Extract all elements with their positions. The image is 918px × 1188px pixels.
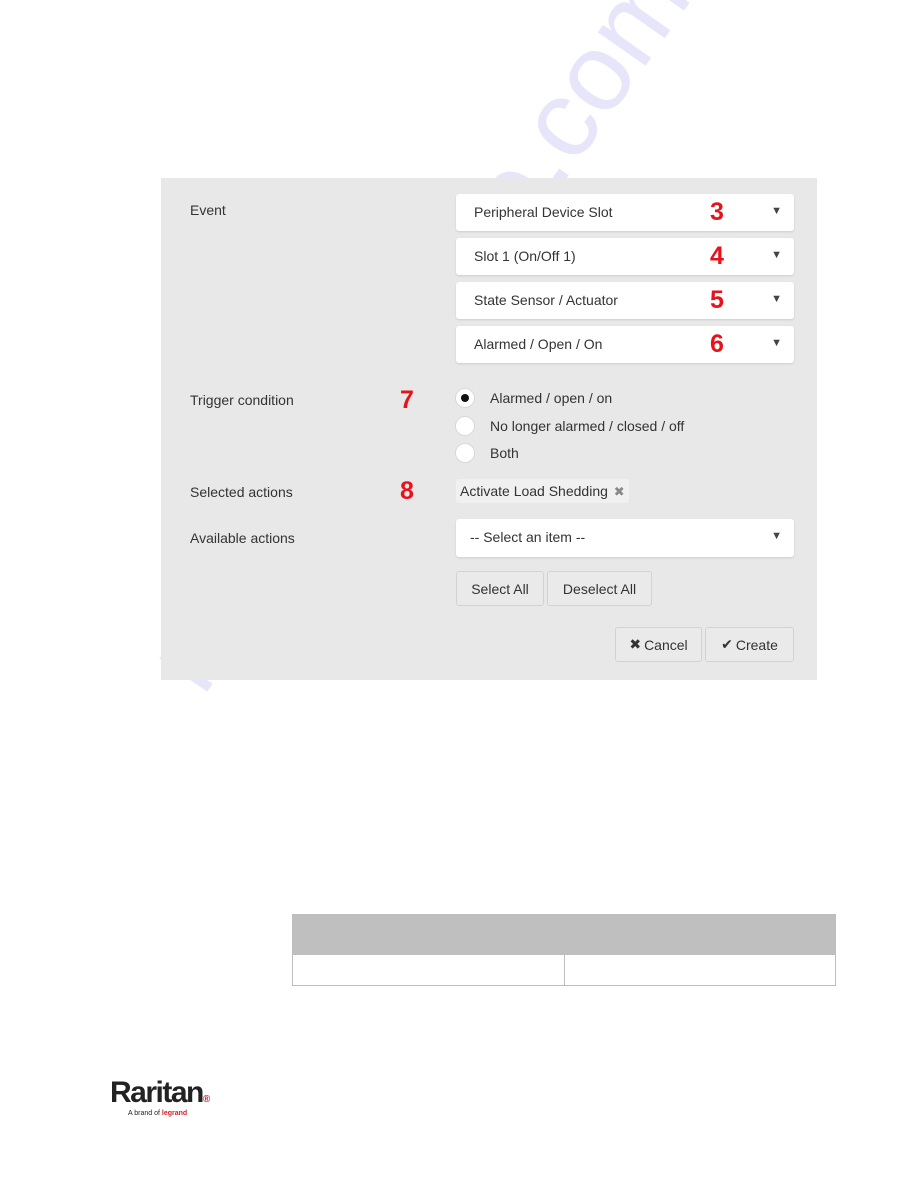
check-icon: ✔ (721, 636, 733, 652)
radio-alarmed-label: Alarmed / open / on (490, 390, 613, 406)
callout-7: 7 (400, 386, 414, 414)
remove-icon[interactable]: ✖ (614, 484, 625, 499)
event-select-3-value: State Sensor / Actuator (474, 292, 618, 308)
brand-text: Raritan (110, 1076, 204, 1109)
registered-mark: ® (202, 1094, 210, 1105)
callout-8: 8 (400, 477, 414, 505)
selected-action-chip: Activate Load Shedding ✖ (456, 479, 629, 503)
event-select-4[interactable]: Alarmed / Open / On ▼ (456, 326, 794, 363)
event-rule-panel: Event Peripheral Device Slot ▼ 3 Slot 1 … (161, 178, 817, 680)
radio-button[interactable] (455, 416, 475, 436)
radio-no-longer-alarmed-label: No longer alarmed / closed / off (490, 418, 685, 434)
available-actions-value: -- Select an item -- (470, 529, 586, 545)
caret-down-icon: ▼ (771, 337, 782, 349)
trigger-condition-label: Trigger condition (190, 392, 294, 408)
raritan-logo: Raritan® A brand of legrand (110, 1076, 210, 1118)
deselect-all-button[interactable]: Deselect All (547, 571, 652, 606)
callout-5: 5 (710, 286, 724, 314)
legrand-logo: legrand (161, 1110, 188, 1117)
tagline-prefix: A brand of (128, 1110, 160, 1117)
select-all-label: Select All (471, 580, 529, 597)
table-cell (563, 954, 836, 986)
callout-4: 4 (710, 242, 724, 270)
table-row (292, 954, 836, 986)
event-select-1[interactable]: Peripheral Device Slot ▼ (456, 194, 794, 231)
radio-both-label: Both (490, 445, 519, 461)
brand-name: Raritan® (110, 1076, 210, 1109)
caret-down-icon: ▼ (771, 249, 782, 261)
callout-3: 3 (710, 198, 724, 226)
event-select-2-value: Slot 1 (On/Off 1) (474, 248, 576, 264)
close-icon: ✖ (629, 636, 642, 652)
callout-6: 6 (710, 330, 724, 358)
empty-table (292, 914, 836, 986)
caret-down-icon: ▼ (771, 205, 782, 217)
cancel-label: Cancel (644, 636, 688, 653)
event-select-4-value: Alarmed / Open / On (474, 336, 603, 352)
radio-button[interactable] (455, 443, 475, 463)
event-select-2[interactable]: Slot 1 (On/Off 1) ▼ (456, 238, 794, 275)
create-button[interactable]: ✔ Create (705, 627, 794, 662)
caret-down-icon: ▼ (771, 530, 782, 542)
table-header-cell (292, 914, 836, 955)
available-actions-select[interactable]: -- Select an item -- ▼ (456, 519, 794, 557)
available-actions-label: Available actions (190, 530, 295, 546)
selected-actions-label: Selected actions (190, 484, 293, 500)
caret-down-icon: ▼ (771, 293, 782, 305)
select-all-button[interactable]: Select All (456, 571, 544, 606)
cancel-button[interactable]: ✖ Cancel (615, 627, 702, 662)
deselect-all-label: Deselect All (562, 580, 637, 597)
brand-tagline: A brand of legrand (128, 1110, 209, 1117)
event-select-3[interactable]: State Sensor / Actuator ▼ (456, 282, 794, 319)
selected-action-label: Activate Load Shedding (460, 483, 608, 499)
table-cell (292, 954, 565, 986)
create-label: Create (735, 636, 778, 653)
table-header-row (292, 914, 836, 955)
radio-button-checked[interactable] (455, 388, 475, 408)
event-select-1-value: Peripheral Device Slot (474, 204, 613, 220)
event-label: Event (190, 202, 226, 218)
